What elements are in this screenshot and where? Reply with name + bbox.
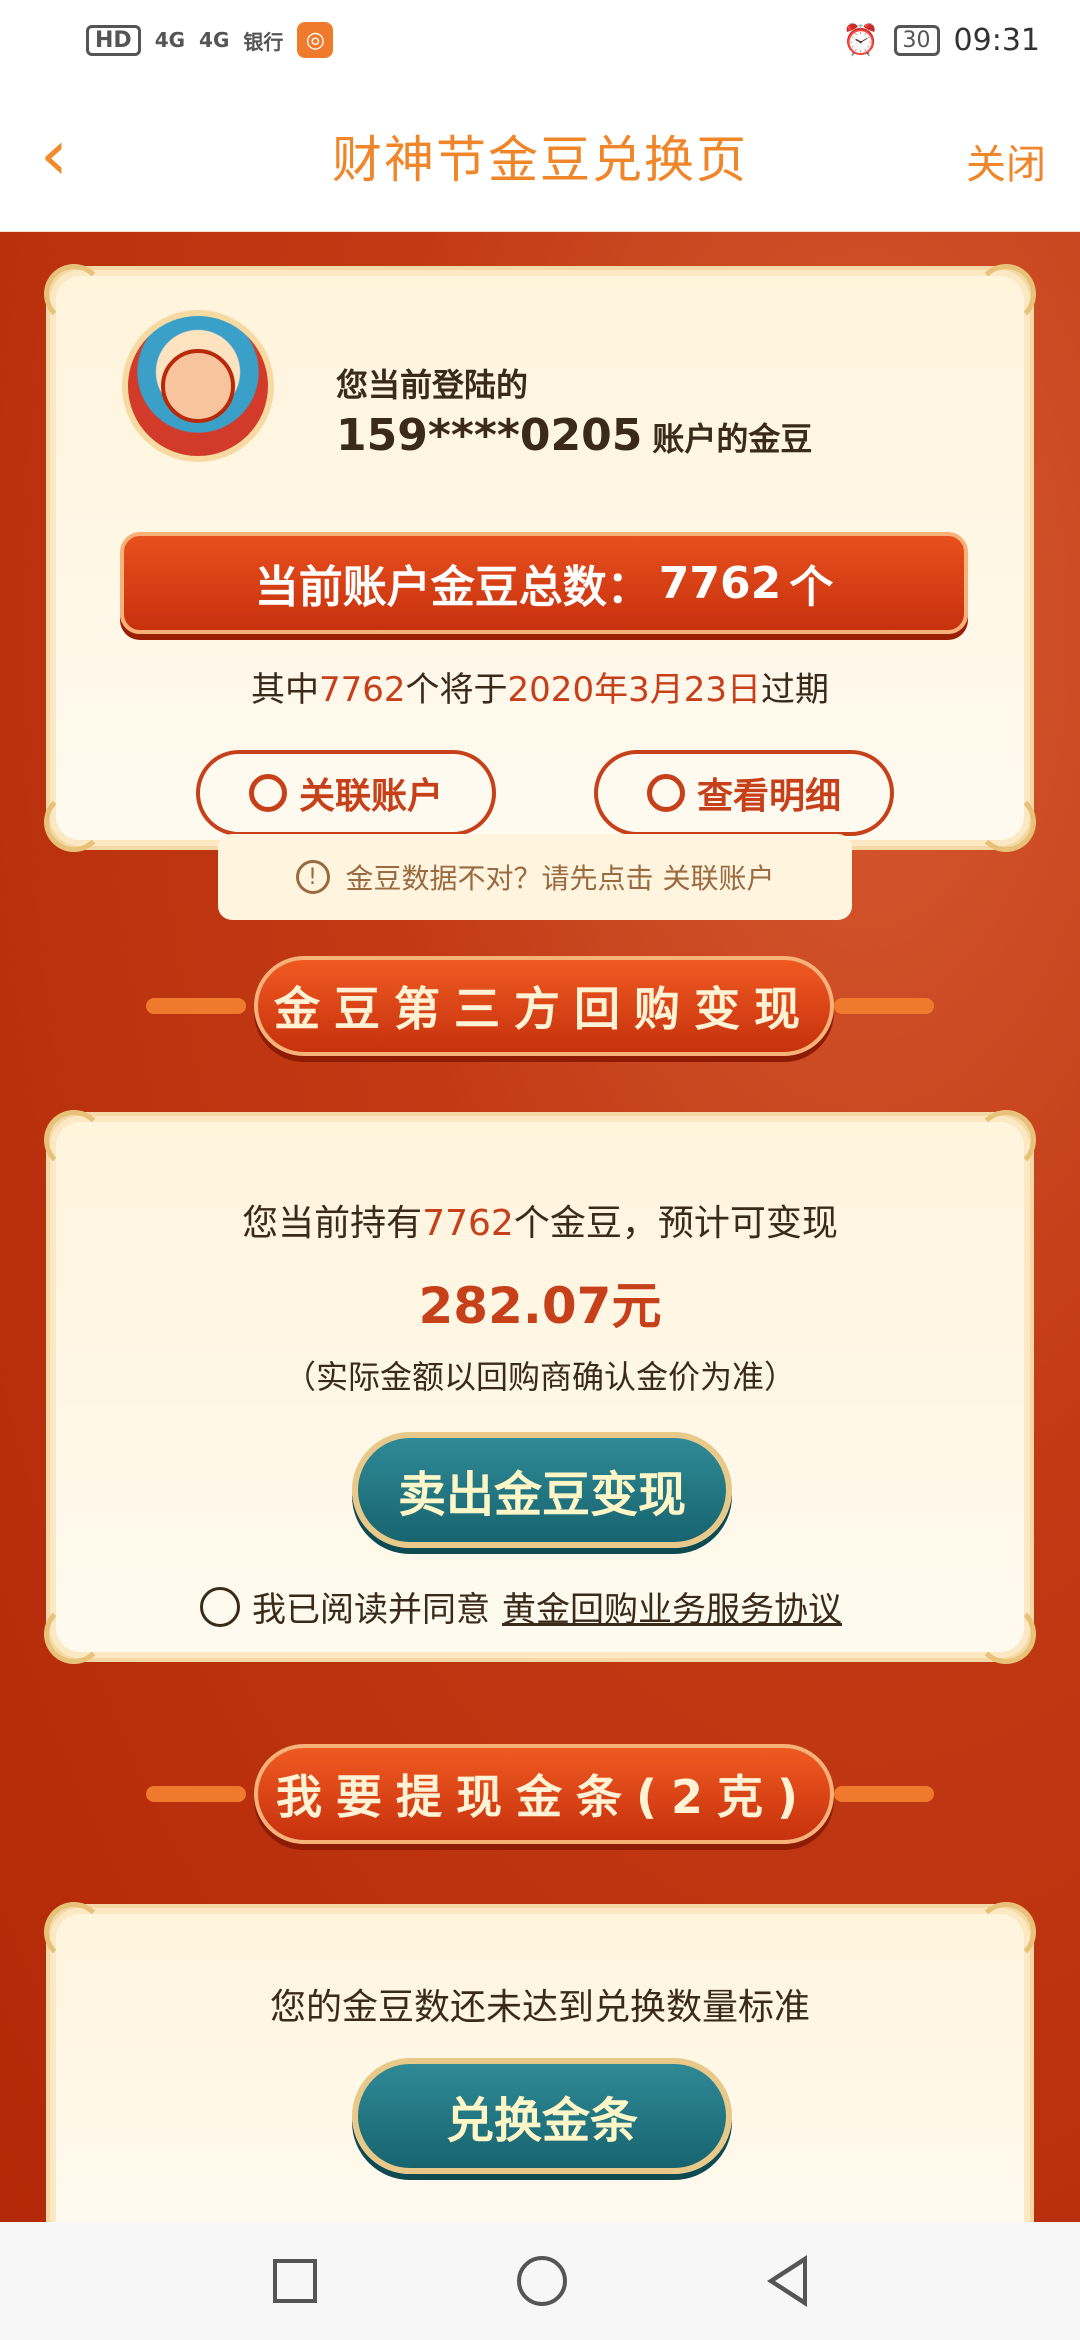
expire-count: 7762 — [319, 670, 406, 710]
sell-beans-button[interactable]: 卖出金豆变现 — [352, 1432, 732, 1548]
navbar: ‹ 财神节金豆兑换页 关闭 — [0, 80, 1080, 232]
app-badge-icon: ◎ — [297, 22, 334, 58]
signal-4g-1: 4G — [154, 28, 186, 52]
decor-line-right — [834, 1786, 934, 1802]
cash-amount: 282.07元 — [418, 1277, 662, 1335]
cash-note: （实际金额以回购商确认金价为准） — [283, 1358, 796, 1396]
corner-ornament — [44, 792, 104, 852]
agree-radio[interactable] — [200, 1586, 240, 1627]
page-title: 财神节金豆兑换页 — [332, 130, 748, 189]
login-label: 您当前登陆的 — [336, 366, 529, 404]
corner-ornament — [44, 264, 104, 324]
system-navigation — [0, 2222, 1080, 2340]
link-account-label: 关联账户 — [298, 776, 443, 817]
status-right: ⏰ 30 09:31 — [842, 23, 1040, 58]
account-number: 159****0205 — [336, 410, 643, 461]
clock: 09:31 — [953, 22, 1040, 58]
expire-info: 其中7762个将于2020年3月23日过期 — [50, 662, 1030, 711]
signal-4g-2: 4G — [199, 28, 230, 52]
gold-bar-info: 您的金豆数还未达到兑换数量标准 — [269, 1987, 810, 2028]
view-detail-button[interactable]: 查看明细 — [594, 750, 894, 836]
agree-text: 我已阅读并同意 — [252, 1590, 490, 1630]
view-detail-label: 查看明细 — [696, 776, 841, 817]
avatar — [122, 310, 274, 462]
corner-ornament — [976, 792, 1036, 852]
chevron-left-icon[interactable]: ‹ — [40, 120, 100, 200]
recent-apps-icon[interactable] — [273, 2259, 317, 2303]
bank-label: 银行 — [243, 29, 284, 54]
status-bar: HD 4G 4G 银行 ◎ ⏰ 30 09:31 — [0, 0, 1080, 80]
decor-line-right — [834, 998, 934, 1014]
total-value: 7762 — [658, 557, 782, 609]
total-beans-banner: 当前账户金豆总数： 7762 个 — [120, 532, 968, 634]
status-left: HD 4G 4G 银行 ◎ — [86, 22, 334, 58]
screen: HD 4G 4G 银行 ◎ ⏰ 30 09:31 ‹ 财神节金豆兑换页 关闭 您… — [0, 0, 1080, 2340]
hold-info: 您当前持有7762个金豆，预计可变现 — [50, 1194, 1030, 1246]
total-unit: 个 — [789, 562, 834, 613]
corner-ornament — [976, 264, 1036, 324]
hold-value: 7762 — [422, 1203, 514, 1244]
agreement-row: 我已阅读并同意 黄金回购业务服务协议 — [200, 1582, 842, 1631]
decor-line-left — [146, 998, 246, 1014]
section-gold-bar-banner: 我要提现金条(2克) — [254, 1744, 834, 1844]
corner-ornament — [976, 1604, 1036, 1664]
back-triangle-icon[interactable] — [767, 2255, 807, 2307]
expire-mid: 个将于 — [405, 670, 508, 710]
buyback-card: 您当前持有7762个金豆，预计可变现 282.07元 （实际金额以回购商确认金价… — [44, 1110, 1036, 1664]
hd-badge: HD — [86, 24, 141, 56]
home-icon[interactable] — [517, 2256, 567, 2306]
corner-ornament — [976, 1110, 1036, 1170]
decor-line-left — [146, 1786, 246, 1802]
hold-pre: 您当前持有 — [242, 1203, 423, 1244]
link-account-button[interactable]: 关联账户 — [196, 750, 496, 836]
info-icon: ! — [295, 860, 330, 894]
link-icon — [248, 774, 287, 812]
agreement-link[interactable]: 黄金回购业务服务协议 — [502, 1582, 842, 1631]
gold-bar-card: 您的金豆数还未达到兑换数量标准 兑换金条 — [44, 1902, 1036, 2234]
caishen-face-icon — [161, 349, 235, 423]
hold-post: 个金豆，预计可变现 — [513, 1203, 838, 1244]
tip-box[interactable]: ! 金豆数据不对？请先点击 关联账户 — [218, 834, 852, 920]
corner-ornament — [44, 1902, 104, 1962]
expire-pre: 其中 — [251, 670, 320, 710]
corner-ornament — [44, 1110, 104, 1170]
account-line: 159****0205 账户的金豆 — [336, 410, 812, 461]
expire-date: 2020年3月23日 — [507, 670, 761, 710]
alarm-icon: ⏰ — [842, 22, 880, 58]
corner-ornament — [976, 1902, 1036, 1962]
account-card: 您当前登陆的 159****0205 账户的金豆 当前账户金豆总数： 7762 … — [44, 264, 1036, 852]
total-prefix: 当前账户金豆总数： — [254, 562, 651, 613]
battery-icon: 30 — [893, 24, 940, 56]
search-icon — [646, 774, 685, 812]
corner-ornament — [44, 1604, 104, 1664]
expire-post: 过期 — [760, 670, 829, 710]
main-content[interactable]: 您当前登陆的 159****0205 账户的金豆 当前账户金豆总数： 7762 … — [0, 232, 1080, 2234]
exchange-gold-bar-button[interactable]: 兑换金条 — [352, 2058, 732, 2174]
close-button[interactable]: 关闭 — [966, 132, 1046, 190]
tip-text: 金豆数据不对？请先点击 关联账户 — [345, 862, 775, 895]
account-suffix: 账户的金豆 — [652, 420, 813, 458]
section-buyback-banner: 金豆第三方回购变现 — [254, 956, 834, 1056]
